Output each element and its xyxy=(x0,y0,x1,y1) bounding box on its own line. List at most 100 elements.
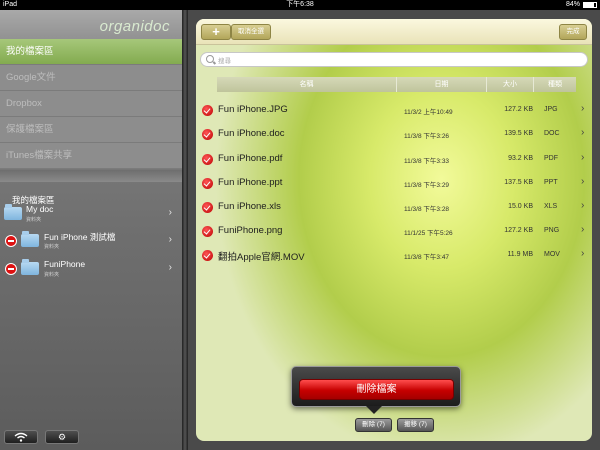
table-row[interactable]: Fun iPhone.doc 11/3/8 下午3:26 139.5 KB DO… xyxy=(196,122,592,146)
file-name: Fun iPhone.JPG xyxy=(218,104,288,115)
settings-button[interactable]: ⚙ xyxy=(45,430,79,444)
sidebar-item-my-files[interactable]: 我的檔案區 xyxy=(0,39,182,65)
file-date: 11/3/8 下午3:28 xyxy=(404,206,450,213)
sidebar-item-dropbox[interactable]: Dropbox xyxy=(0,91,182,117)
file-type: PNG xyxy=(544,227,560,234)
add-button[interactable]: + xyxy=(201,24,231,40)
checkmark-icon[interactable] xyxy=(202,250,213,261)
sidebar-divider xyxy=(0,170,182,182)
done-button[interactable]: 完成 xyxy=(559,24,587,40)
delete-button[interactable]: 刪除 (7) xyxy=(355,418,392,432)
folder-subtitle: 資料夾 xyxy=(44,272,60,278)
file-name: Fun iPhone.pdf xyxy=(218,153,283,164)
folder-subtitle: 資料夾 xyxy=(44,244,60,250)
chevron-right-icon: › xyxy=(168,207,172,218)
file-type: DOC xyxy=(544,130,560,137)
battery-icon xyxy=(583,2,597,8)
file-date: 11/3/8 下午3:47 xyxy=(404,254,450,261)
checkmark-icon[interactable] xyxy=(202,154,213,165)
gear-icon: ⚙ xyxy=(57,432,67,442)
chevron-right-icon[interactable]: › xyxy=(581,248,584,259)
folder-icon xyxy=(21,231,39,247)
sidebar-item-protected-files[interactable]: 保護檔案區 xyxy=(0,117,182,143)
table-row[interactable]: 翻拍Apple官網.MOV 11/3/8 下午3:47 11.9 MB MOV … xyxy=(196,243,592,267)
file-size: 15.0 KB xyxy=(508,203,533,210)
checkmark-icon[interactable] xyxy=(202,129,213,140)
file-size: 127.2 KB xyxy=(504,106,533,113)
chevron-right-icon[interactable]: › xyxy=(581,152,584,163)
wifi-icon xyxy=(14,432,28,442)
wifi-button[interactable] xyxy=(4,430,38,444)
folder-name: Fun iPhone 測試檔 xyxy=(44,232,116,242)
checkmark-icon[interactable] xyxy=(202,105,213,116)
file-date: 11/3/8 下午3:29 xyxy=(404,182,450,189)
delete-confirm-popover: 刪除檔案 xyxy=(291,366,461,407)
folder-item[interactable]: My doc 資料夾 › xyxy=(0,203,182,227)
search-icon xyxy=(206,55,214,63)
search-placeholder: 搜尋 xyxy=(218,58,231,65)
file-name: Fun iPhone.ppt xyxy=(218,177,283,188)
folder-icon xyxy=(4,204,22,220)
file-date: 11/3/8 下午3:33 xyxy=(404,158,450,165)
chevron-right-icon[interactable]: › xyxy=(581,103,584,114)
battery-percent: 84% xyxy=(565,1,580,8)
toolbar: + 取消全選 完成 xyxy=(196,19,592,45)
folder-subtitle: 資料夾 xyxy=(26,217,42,223)
file-type: JPG xyxy=(544,106,558,113)
status-bar: iPad 下午6:38 84% xyxy=(0,0,600,10)
chevron-right-icon[interactable]: › xyxy=(581,176,584,187)
move-button[interactable]: 搬移 (7) xyxy=(397,418,434,432)
chevron-right-icon: › xyxy=(168,262,172,273)
table-header: 名稱 日期 大小 種類 xyxy=(217,77,576,92)
folder-item[interactable]: Fun iPhone 測試檔 資料夾 › xyxy=(0,230,182,254)
chevron-right-icon[interactable]: › xyxy=(581,200,584,211)
table-row[interactable]: Fun iPhone.xls 11/3/8 下午3:28 15.0 KB XLS… xyxy=(196,195,592,219)
deselect-all-button[interactable]: 取消全選 xyxy=(231,24,271,40)
file-type: PDF xyxy=(544,155,558,162)
file-size: 139.5 KB xyxy=(504,130,533,137)
checkmark-icon[interactable] xyxy=(202,226,213,237)
search-input[interactable]: 搜尋 xyxy=(200,52,588,67)
folder-name: My doc xyxy=(26,204,54,214)
table-row[interactable]: Fun iPhone.pdf 11/3/8 下午3:33 93.2 KB PDF… xyxy=(196,147,592,171)
popover-arrow xyxy=(366,406,382,414)
sidebar: organidoc 我的檔案區 Google文件 Dropbox 保護檔案區 i… xyxy=(0,10,186,450)
folder-name: FuniPhone xyxy=(44,259,86,269)
file-date: 11/3/2 上午10:49 xyxy=(404,109,453,116)
column-header-date[interactable]: 日期 xyxy=(397,77,487,92)
chevron-right-icon: › xyxy=(168,234,172,245)
chevron-right-icon[interactable]: › xyxy=(581,127,584,138)
sidebar-item-google-docs[interactable]: Google文件 xyxy=(0,65,182,91)
clock: 下午6:38 xyxy=(286,1,314,8)
sidebar-item-itunes-sharing[interactable]: iTunes檔案共享 xyxy=(0,143,182,169)
delete-minus-icon[interactable] xyxy=(5,263,17,275)
file-name: FuniPhone.png xyxy=(218,225,283,236)
folder-item[interactable]: FuniPhone 資料夾 › xyxy=(0,258,182,282)
logo-text: organidoc xyxy=(99,18,170,35)
file-size: 137.5 KB xyxy=(504,179,533,186)
file-size: 127.2 KB xyxy=(504,227,533,234)
file-type: MOV xyxy=(544,251,560,258)
checkmark-icon[interactable] xyxy=(202,202,213,213)
folder-icon xyxy=(21,259,39,275)
file-name: Fun iPhone.xls xyxy=(218,201,281,212)
table-row[interactable]: FuniPhone.png 11/1/25 下午5:26 127.2 KB PN… xyxy=(196,219,592,243)
file-name: 翻拍Apple官網.MOV xyxy=(218,252,305,263)
file-size: 93.2 KB xyxy=(508,155,533,162)
chevron-right-icon[interactable]: › xyxy=(581,224,584,235)
sidebar-nav: 我的檔案區 Google文件 Dropbox 保護檔案區 iTunes檔案共享 xyxy=(0,39,182,169)
column-header-type[interactable]: 種類 xyxy=(534,77,576,92)
file-type: XLS xyxy=(544,203,558,210)
file-date: 11/3/8 下午3:26 xyxy=(404,133,450,140)
checkmark-icon[interactable] xyxy=(202,178,213,189)
file-size: 11.9 MB xyxy=(507,251,533,258)
file-type: PPT xyxy=(544,179,558,186)
file-name: Fun iPhone.doc xyxy=(218,128,285,139)
table-row[interactable]: Fun iPhone.JPG 11/3/2 上午10:49 127.2 KB J… xyxy=(196,98,592,122)
sidebar-bottom-bar: ⚙ xyxy=(0,429,182,450)
delete-minus-icon[interactable] xyxy=(5,235,17,247)
column-header-name[interactable]: 名稱 xyxy=(217,77,397,92)
column-header-size[interactable]: 大小 xyxy=(487,77,534,92)
delete-files-button[interactable]: 刪除檔案 xyxy=(299,379,454,400)
table-row[interactable]: Fun iPhone.ppt 11/3/8 下午3:29 137.5 KB PP… xyxy=(196,171,592,195)
